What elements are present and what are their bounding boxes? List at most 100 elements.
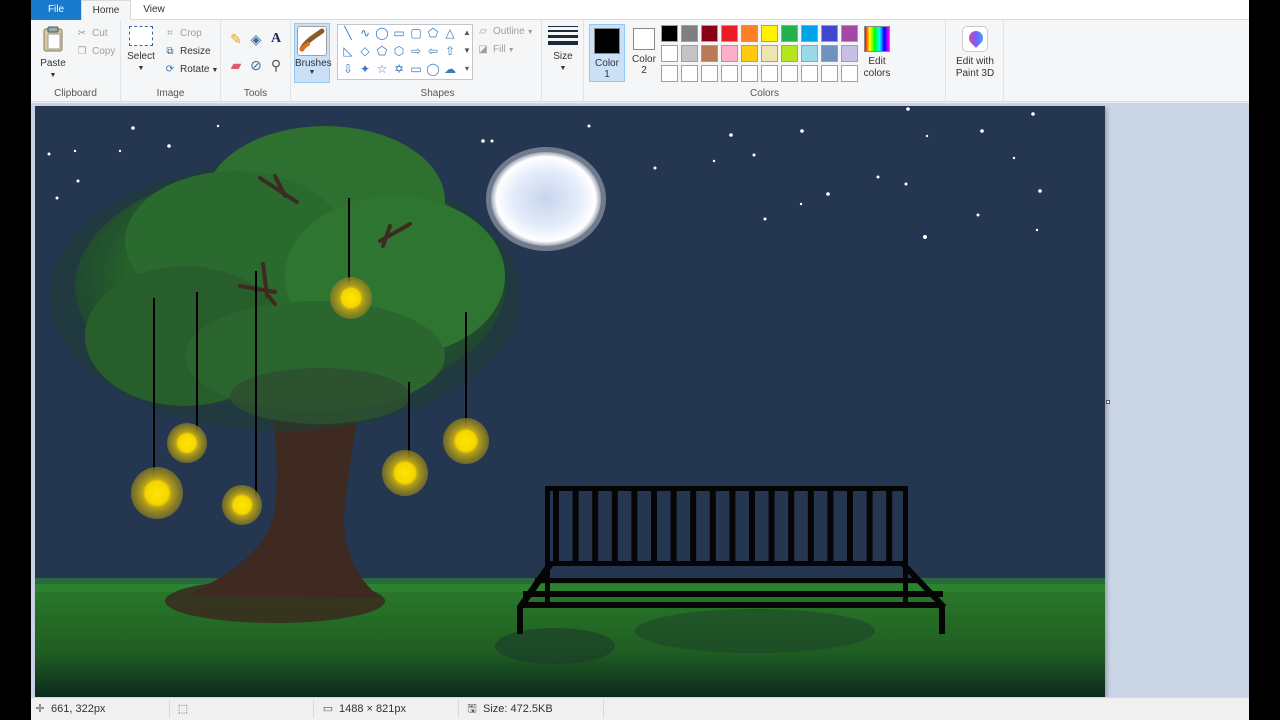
- text-tool-icon[interactable]: A: [267, 30, 285, 48]
- callout-oval-shape-icon[interactable]: ◯: [425, 61, 441, 77]
- select-button[interactable]: Select ▼: [125, 26, 157, 75]
- palette-color-swatch[interactable]: [781, 65, 798, 82]
- palette-color-swatch[interactable]: [821, 65, 838, 82]
- outline-button[interactable]: ▱ Outline ▼: [476, 24, 533, 40]
- magnifier-icon[interactable]: ⚲: [267, 56, 285, 74]
- fill-bucket-icon[interactable]: ◈: [247, 30, 265, 48]
- palette-color-swatch[interactable]: [841, 25, 858, 42]
- status-divider: [169, 700, 170, 718]
- callout-cloud-shape-icon[interactable]: ☁: [442, 61, 458, 77]
- rotate-icon: ⟳: [165, 64, 175, 75]
- canvas-resize-handle[interactable]: [1106, 400, 1110, 404]
- palette-color-swatch[interactable]: [781, 45, 798, 62]
- rounded-rectangle-shape-icon[interactable]: ▢: [408, 25, 424, 41]
- pentagon-shape-icon[interactable]: ⬠: [374, 43, 390, 59]
- chevron-down-icon: ▼: [49, 72, 57, 79]
- palette-color-swatch[interactable]: [761, 65, 778, 82]
- palette-color-swatch[interactable]: [841, 65, 858, 82]
- down-arrow-shape-icon[interactable]: ⇩: [340, 61, 356, 77]
- right-arrow-shape-icon[interactable]: ⇨: [408, 43, 424, 59]
- palette-color-swatch[interactable]: [721, 45, 738, 62]
- palette-color-swatch[interactable]: [681, 25, 698, 42]
- palette-color-swatch[interactable]: [761, 25, 778, 42]
- select-rectangle-icon: [129, 26, 153, 46]
- tab-file[interactable]: File: [31, 0, 81, 20]
- palette-color-swatch[interactable]: [781, 25, 798, 42]
- fill-button[interactable]: ◪ Fill ▼: [476, 42, 515, 58]
- bench-slat: [631, 491, 638, 561]
- color-picker-icon[interactable]: ⊘: [247, 56, 265, 74]
- rectangle-shape-icon[interactable]: ▭: [391, 25, 407, 41]
- palette-color-swatch[interactable]: [741, 45, 758, 62]
- crop-button[interactable]: ⌗ Crop: [163, 26, 202, 42]
- four-point-star-shape-icon[interactable]: ✦: [357, 61, 373, 77]
- bench-slat: [592, 491, 599, 561]
- line-shape-icon[interactable]: ╲: [340, 25, 356, 41]
- palette-color-swatch[interactable]: [681, 65, 698, 82]
- resize-button[interactable]: ⧉ Resize: [163, 44, 210, 60]
- up-arrow-shape-icon[interactable]: ⇧: [442, 43, 458, 59]
- palette-color-swatch[interactable]: [661, 45, 678, 62]
- palette-color-swatch[interactable]: [661, 25, 678, 42]
- fill-icon: ◪: [478, 44, 488, 55]
- diamond-shape-icon[interactable]: ◇: [357, 43, 373, 59]
- left-arrow-shape-icon[interactable]: ⇦: [425, 43, 441, 59]
- palette-color-swatch[interactable]: [701, 45, 718, 62]
- palette-color-swatch[interactable]: [661, 65, 678, 82]
- palette-color-swatch[interactable]: [681, 45, 698, 62]
- bench-slat: [611, 491, 618, 561]
- palette-color-swatch[interactable]: [721, 65, 738, 82]
- scroll-down-icon[interactable]: ▼: [459, 43, 475, 59]
- brushes-button[interactable]: Brushes ▼: [294, 23, 332, 83]
- eraser-icon[interactable]: ▰: [227, 56, 245, 74]
- palette-color-swatch[interactable]: [801, 65, 818, 82]
- chevron-down-icon: ▼: [211, 67, 219, 74]
- oval-shape-icon[interactable]: ◯: [374, 25, 390, 41]
- scissors-icon: ✂: [77, 28, 87, 39]
- drawing-canvas[interactable]: [35, 106, 1105, 697]
- canvas-workspace: [31, 103, 1249, 697]
- color2-button[interactable]: Color 2: [626, 24, 662, 76]
- paste-icon: [43, 26, 63, 52]
- hexagon-shape-icon[interactable]: ⬡: [391, 43, 407, 59]
- cut-button[interactable]: ✂ Cut: [75, 26, 108, 42]
- color1-button[interactable]: Color 1: [589, 24, 625, 82]
- curve-shape-icon[interactable]: ∿: [357, 25, 373, 41]
- palette-color-swatch[interactable]: [741, 25, 758, 42]
- five-point-star-shape-icon[interactable]: ☆: [374, 61, 390, 77]
- size-button[interactable]: Size ▼: [546, 26, 580, 75]
- palette-color-swatch[interactable]: [841, 45, 858, 62]
- callout-rectangle-shape-icon[interactable]: ▭: [408, 61, 424, 77]
- palette-color-swatch[interactable]: [761, 45, 778, 62]
- clipboard-group-label: Clipboard: [54, 88, 97, 99]
- polygon-shape-icon[interactable]: ⬠: [425, 25, 441, 41]
- palette-color-swatch[interactable]: [701, 65, 718, 82]
- triangle-shape-icon[interactable]: △: [442, 25, 458, 41]
- palette-color-swatch[interactable]: [821, 25, 838, 42]
- gallery-expand-icon[interactable]: ▾: [459, 61, 475, 77]
- palette-color-swatch[interactable]: [741, 65, 758, 82]
- pencil-icon[interactable]: ✎: [227, 30, 245, 48]
- palette-color-swatch[interactable]: [821, 45, 838, 62]
- copy-icon: ❐: [77, 46, 87, 57]
- paint3d-label-2: Paint 3D: [955, 68, 995, 79]
- scroll-up-icon[interactable]: ▲: [459, 25, 475, 41]
- chevron-down-icon: ▼: [507, 47, 515, 54]
- resize-icon: ⧉: [166, 46, 174, 57]
- edit-with-paint3d-button[interactable]: Edit with Paint 3D: [948, 26, 1002, 80]
- paste-button[interactable]: Paste ▼: [37, 26, 69, 82]
- size-group: Size ▼: [542, 20, 584, 102]
- palette-color-swatch[interactable]: [801, 45, 818, 62]
- right-triangle-shape-icon[interactable]: ◺: [340, 43, 356, 59]
- edit-colors-button[interactable]: Edit colors: [859, 26, 895, 80]
- paint3d-label-1: Edit with: [956, 56, 994, 67]
- image-size-icon: ▭: [322, 703, 334, 715]
- six-point-star-shape-icon[interactable]: ✡: [391, 61, 407, 77]
- palette-color-swatch[interactable]: [721, 25, 738, 42]
- tab-view[interactable]: View: [131, 0, 177, 20]
- copy-button[interactable]: ❐ Copy: [75, 44, 116, 60]
- rotate-button[interactable]: ⟳ Rotate ▼: [163, 62, 219, 78]
- palette-color-swatch[interactable]: [801, 25, 818, 42]
- palette-color-swatch[interactable]: [701, 25, 718, 42]
- tab-home[interactable]: Home: [81, 0, 131, 21]
